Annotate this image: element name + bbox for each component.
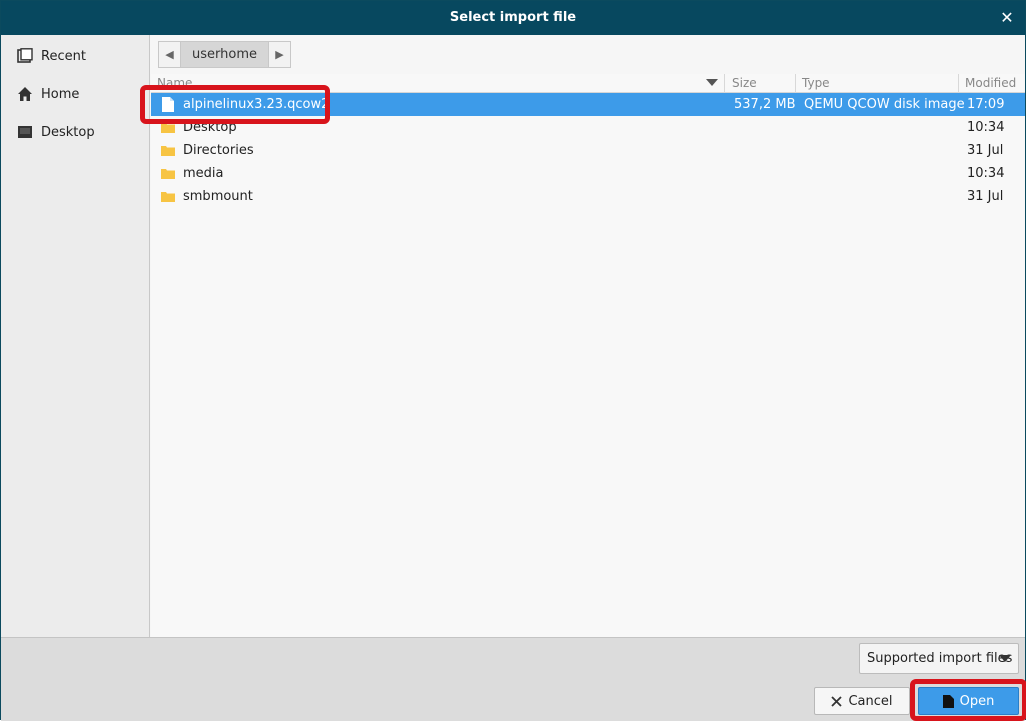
sidebar-item-label: Home (41, 86, 80, 102)
path-back-button[interactable]: ◀ (158, 41, 181, 68)
file-size: 537,2 MB (734, 97, 796, 112)
folder-icon (161, 143, 175, 158)
title-bar: Select import file ✕ (1, 1, 1025, 35)
document-icon (942, 694, 954, 708)
close-icon (831, 695, 843, 707)
table-row[interactable]: Desktop 10:34 (151, 116, 1025, 139)
file-name: Desktop (183, 120, 237, 135)
sidebar-item-label: Desktop (41, 124, 95, 140)
path-segment-userhome[interactable]: userhome (181, 41, 268, 68)
file-name: alpinelinux3.23.qcow2 (183, 97, 330, 112)
file-name: media (183, 166, 224, 181)
sidebar-item-home[interactable]: Home (1, 80, 149, 108)
folder-icon (161, 120, 175, 135)
dialog-title: Select import file (449, 10, 577, 25)
chevron-down-icon (999, 655, 1011, 662)
places-sidebar: Recent Home Desktop (1, 35, 150, 637)
table-row[interactable]: smbmount 31 Jul (151, 185, 1025, 208)
file-modified: 10:34 (967, 166, 1005, 181)
desktop-icon (17, 124, 33, 140)
home-icon (17, 86, 33, 102)
file-filter-dropdown[interactable]: Supported import files (859, 643, 1019, 674)
file-icon (161, 97, 175, 112)
file-modified: 17:09 (967, 97, 1005, 112)
column-header-size[interactable]: Size (726, 74, 796, 93)
cancel-label: Cancel (848, 693, 893, 709)
close-icon[interactable]: ✕ (997, 8, 1017, 28)
table-row[interactable]: Directories 31 Jul (151, 139, 1025, 162)
file-modified: 31 Jul (967, 189, 1004, 204)
folder-icon (161, 189, 175, 204)
folder-icon (161, 166, 175, 181)
recent-icon (17, 48, 33, 64)
sidebar-item-label: Recent (41, 48, 86, 64)
file-modified: 31 Jul (967, 143, 1004, 158)
cancel-button[interactable]: Cancel (814, 687, 910, 715)
column-header-type[interactable]: Type (796, 74, 959, 93)
column-header-modified[interactable]: Modified (959, 74, 1025, 93)
file-list[interactable]: Name Size Type Modified alpinelinux3.23.… (151, 74, 1025, 637)
column-header-name[interactable]: Name (151, 74, 725, 93)
file-list-header: Name Size Type Modified (151, 74, 1025, 93)
file-chooser-dialog: Select import file ✕ Recent Home Desktop… (0, 0, 1026, 721)
open-button[interactable]: Open (918, 687, 1019, 715)
file-name: Directories (183, 143, 254, 158)
file-filter-label: Supported import files (867, 651, 1013, 666)
sidebar-item-recent[interactable]: Recent (1, 42, 149, 70)
path-forward-button[interactable]: ▶ (267, 41, 291, 68)
file-name: smbmount (183, 189, 253, 204)
path-bar: ◀ userhome ▶ (158, 41, 291, 68)
file-type: QEMU QCOW disk image (804, 97, 965, 112)
file-modified: 10:34 (967, 120, 1005, 135)
table-row[interactable]: alpinelinux3.23.qcow2 537,2 MB QEMU QCOW… (151, 93, 1025, 116)
sort-descending-icon (706, 79, 718, 86)
table-row[interactable]: media 10:34 (151, 162, 1025, 185)
open-label: Open (959, 693, 995, 709)
sidebar-item-desktop[interactable]: Desktop (1, 118, 149, 146)
